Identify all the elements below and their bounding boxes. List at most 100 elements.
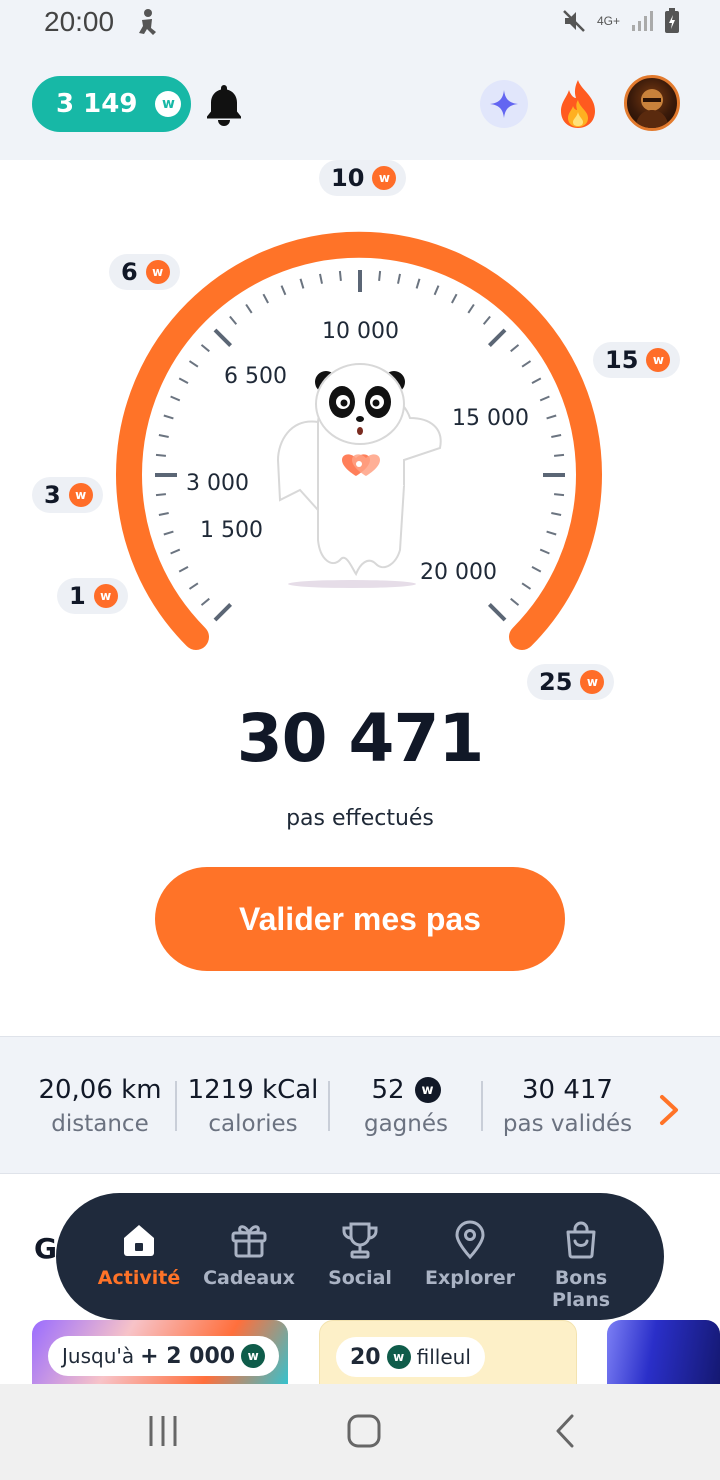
gauge-minor-tick [551,434,562,438]
reward-value: 3 [44,481,61,509]
bell-icon[interactable] [204,82,244,126]
validate-steps-button[interactable]: Valider mes pas [155,867,565,971]
gauge-minor-tick [155,493,167,497]
stat-earned-label: gagnés [363,1111,448,1137]
ai-assistant-button[interactable] [480,80,528,128]
reward-chip-15: 15 w [593,342,681,378]
gauge-minor-tick [553,493,565,497]
gauge-minor-tick [200,344,210,353]
stat-calories-value: 1219 kCal [187,1075,319,1105]
steps-count: 30 471 [236,700,485,777]
promo-card-3[interactable] [607,1320,720,1390]
gauge-minor-tick [170,548,181,555]
coin-balance-pill[interactable]: 3 149 w [32,76,191,132]
reward-chip-1: 1 w [57,578,128,614]
gauge-minor-tick [521,582,532,590]
chevron-right-icon[interactable] [656,1093,682,1127]
promo-amount: 20 [350,1344,381,1370]
promo-card-referral-bonus[interactable]: Jusqu'à + 2 000 w [32,1320,288,1390]
signal-icon [632,11,653,31]
promo-card-referral[interactable]: 20 w filleul [319,1320,577,1390]
reward-value: 15 [605,346,639,374]
gauge-minor-tick [188,360,199,368]
nav-item-activite[interactable]: Activité [84,1219,194,1289]
stat-earned-value-row: 52 w [346,1075,466,1105]
user-avatar[interactable] [624,75,680,131]
streak-flame-icon[interactable] [555,78,601,130]
gauge-minor-tick [178,566,189,573]
home-circle-icon[interactable] [347,1414,381,1448]
promo-pill: Jusqu'à + 2 000 w [48,1336,280,1376]
panda-ghost-mascot [276,363,442,588]
nav-label: Cadeaux [203,1267,295,1289]
gauge-minor-tick [158,434,169,438]
nav-item-social[interactable]: Social [305,1219,415,1289]
coin-icon: w [580,670,605,694]
nav-item-cadeaux[interactable]: Cadeaux [194,1219,304,1289]
coin-icon: w [386,1345,411,1369]
status-icons: 4G+ [561,8,680,34]
steps-caption: pas effectués [286,806,434,831]
gauge-major-tick [213,602,233,622]
divider [481,1081,483,1131]
stat-earned-value: 52 [371,1075,405,1105]
gauge-minor-tick [539,548,550,555]
gauge-minor-tick [163,530,174,536]
home-icon [124,1225,154,1256]
gauge-minor-tick [482,315,491,325]
gauge-minor-tick [155,453,167,457]
sparkle-icon [490,90,518,118]
promo-pill: 20 w filleul [336,1337,485,1377]
status-time: 20:00 [44,6,115,37]
stats-bar[interactable]: 20,06 km distance 1219 kCal calories 52 … [0,1036,720,1174]
gauge-minor-tick [551,512,562,516]
promo-prefix: Jusqu'à [62,1344,135,1368]
gauge-minor-tick [433,285,440,296]
gauge-minor-tick [531,377,542,384]
divider [175,1081,177,1131]
gauge-minor-tick [546,414,557,420]
gauge-minor-tick [397,273,401,284]
stat-distance-label: distance [51,1111,149,1137]
reward-chip-6: 6 w [109,254,180,290]
coin-icon: w [68,483,93,507]
scale-label-10000: 10 000 [322,319,399,344]
nav-item-bons-plans[interactable]: Bons Plans [526,1219,636,1311]
gauge-minor-tick [451,293,458,304]
stat-distance: 20,06 km distance [30,1075,170,1137]
gauge-minor-tick [415,278,421,289]
recent-apps-icon[interactable] [147,1414,179,1448]
gauge-minor-tick [378,270,382,282]
coin-icon: w [414,1077,441,1103]
trophy-icon [342,1222,378,1259]
section-title: G [34,1232,57,1265]
gauge-minor-tick [531,566,542,573]
gauge-minor-tick [262,293,269,304]
stat-distance-value: 20,06 km [38,1075,162,1105]
map-pin-icon [455,1220,485,1260]
nav-label: Explorer [424,1267,516,1289]
promo-amount: + 2 000 [140,1343,236,1369]
system-navigation-bar [0,1384,720,1480]
scale-label-3000: 3 000 [186,471,249,496]
gauge-minor-tick [163,414,174,420]
nav-label: Bons Plans [551,1267,611,1311]
promo-suffix: filleul [416,1345,471,1369]
stat-calories: 1219 kCal calories [182,1075,324,1137]
gauge-minor-tick [280,285,287,296]
gauge-minor-tick [546,530,557,536]
nav-label: Activité [97,1267,181,1289]
coin-icon: w [646,348,671,372]
steps-gauge: 1 500 3 000 6 500 10 000 15 000 20 000 1… [0,160,720,700]
nav-item-explorer[interactable]: Explorer [415,1219,525,1289]
gauge-major-tick [487,328,507,348]
gauge-minor-tick [229,315,238,325]
scale-label-6500: 6 500 [224,364,287,389]
gauge-minor-tick [299,278,305,289]
divider [328,1081,330,1131]
stat-validated-label: pas validés [502,1111,633,1137]
gauge-minor-tick [188,582,199,590]
back-icon[interactable] [554,1414,576,1448]
gauge-minor-tick [510,597,520,606]
gauge-minor-tick [553,453,565,457]
